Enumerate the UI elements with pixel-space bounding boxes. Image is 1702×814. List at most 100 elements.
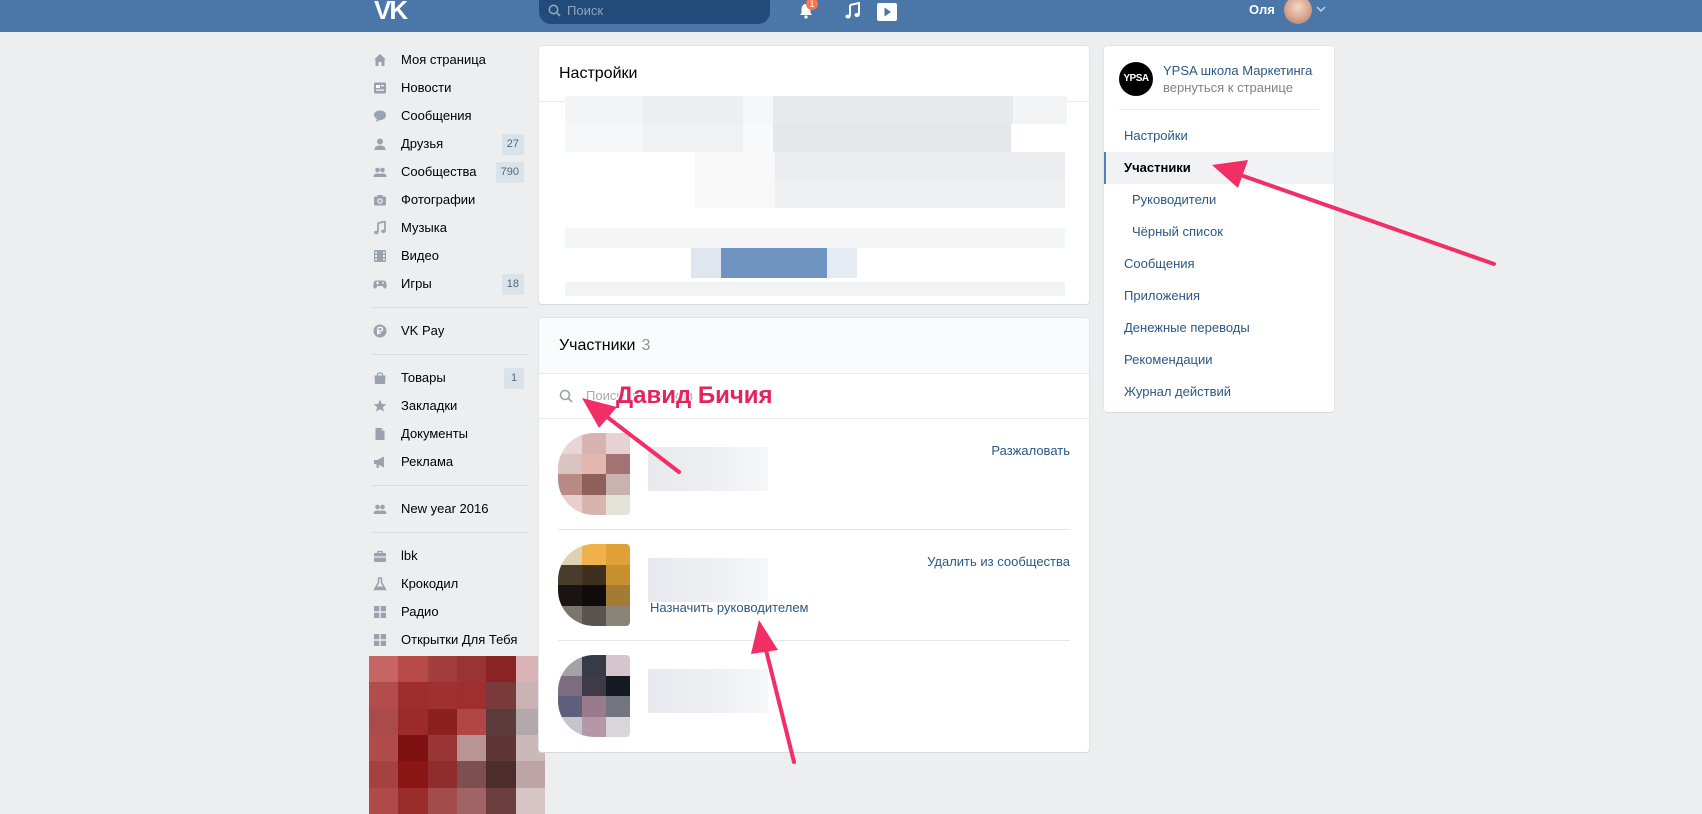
megaphone-icon bbox=[374, 456, 384, 468]
back-to-page-link[interactable]: вернуться к странице bbox=[1163, 80, 1293, 95]
top-bar: VK Поиск 1 Оля bbox=[0, 0, 1702, 32]
group-header[interactable]: YPSA YPSA школа Маркетинга вернуться к с… bbox=[1119, 46, 1319, 110]
video-icon bbox=[374, 250, 386, 262]
group-name[interactable]: YPSA школа Маркетинга bbox=[1163, 63, 1312, 78]
search-icon bbox=[548, 4, 561, 17]
left-menu-item[interactable]: Фотографии bbox=[370, 186, 530, 214]
pixel-cell bbox=[427, 735, 457, 762]
pixel-cell bbox=[606, 716, 630, 737]
right-menu-item[interactable]: Участники bbox=[1104, 152, 1334, 184]
member-row: Удалить из сообщества Назначить руководит… bbox=[558, 530, 1070, 641]
blurred-member-name[interactable] bbox=[648, 447, 768, 491]
blurred-member-name[interactable] bbox=[648, 558, 768, 602]
pixel-cell bbox=[606, 494, 630, 515]
music-icon[interactable] bbox=[844, 2, 862, 20]
pixel-cell bbox=[558, 453, 582, 474]
pixel-cell bbox=[582, 474, 606, 495]
blurred-image bbox=[369, 656, 545, 814]
left-menu-item[interactable]: Открытки Для Тебя bbox=[370, 626, 530, 654]
user-name[interactable]: Оля bbox=[1249, 2, 1275, 17]
right-menu-item[interactable]: Сообщения bbox=[1104, 248, 1334, 280]
member-avatar[interactable] bbox=[558, 544, 630, 626]
pixel-cell bbox=[369, 787, 399, 814]
pixel-cell bbox=[515, 761, 545, 788]
blur-pixel bbox=[565, 228, 1065, 248]
menu-separator bbox=[373, 532, 528, 533]
avatar[interactable] bbox=[1284, 0, 1312, 24]
left-menu-item[interactable]: Игры 18 bbox=[370, 270, 530, 298]
flask-icon bbox=[373, 577, 387, 591]
pixel-cell bbox=[398, 656, 428, 683]
blur-pixel bbox=[827, 248, 857, 278]
left-menu-label: Сообщения bbox=[401, 108, 472, 123]
left-menu-label: lbk bbox=[401, 548, 418, 563]
left-menu-item[interactable]: Видео bbox=[370, 242, 530, 270]
member-avatar[interactable] bbox=[558, 655, 630, 737]
notification-badge: 1 bbox=[806, 0, 818, 10]
members-header: Участники 3 bbox=[539, 318, 1089, 374]
left-menu-item[interactable]: Моя страница bbox=[370, 46, 530, 74]
pixel-cell bbox=[558, 655, 582, 676]
right-menu-item[interactable]: Рекомендации bbox=[1104, 344, 1334, 376]
left-menu-label: VK Pay bbox=[401, 323, 445, 338]
menu-separator bbox=[373, 354, 528, 355]
pixel-cell bbox=[457, 761, 487, 788]
pixel-cell bbox=[582, 494, 606, 515]
left-menu: Моя страница Новости Сообщения Друзья 27 Сооб… bbox=[370, 46, 530, 654]
right-menu-item[interactable]: Чёрный список bbox=[1104, 216, 1334, 248]
member-action-link[interactable]: Разжаловать bbox=[991, 443, 1070, 458]
left-menu-item[interactable]: Радио bbox=[370, 598, 530, 626]
right-menu-item[interactable]: Настройки bbox=[1104, 120, 1334, 152]
left-menu-item[interactable]: Реклама bbox=[370, 448, 530, 476]
pixel-cell bbox=[558, 544, 582, 565]
pixel-cell bbox=[457, 735, 487, 762]
assign-manager-link[interactable]: Назначить руководителем bbox=[650, 600, 809, 615]
right-menu-item[interactable]: Денежные переводы bbox=[1104, 312, 1334, 344]
annotation-label: Давид Бичия bbox=[616, 382, 773, 409]
left-menu-item[interactable]: VK Pay bbox=[370, 317, 530, 345]
pixel-cell bbox=[486, 787, 516, 814]
pixel-cell bbox=[558, 433, 582, 454]
member-action-link[interactable]: Удалить из сообщества bbox=[927, 554, 1070, 569]
pixel-cell bbox=[486, 682, 516, 709]
left-menu-item[interactable]: Закладки bbox=[370, 392, 530, 420]
left-menu-item[interactable]: Товары 1 bbox=[370, 364, 530, 392]
blur-pixel bbox=[721, 248, 827, 278]
video-player-icon[interactable] bbox=[876, 2, 898, 22]
pixel-cell bbox=[398, 761, 428, 788]
blur-pixel bbox=[775, 152, 1065, 180]
blur-pixel bbox=[773, 96, 1013, 124]
left-menu-label: Радио bbox=[401, 604, 439, 619]
pixel-cell bbox=[558, 675, 582, 696]
right-menu-item[interactable]: Приложения bbox=[1104, 280, 1334, 312]
left-menu-item[interactable]: lbk bbox=[370, 542, 530, 570]
left-menu-item[interactable]: Музыка bbox=[370, 214, 530, 242]
members-count: 3 bbox=[641, 337, 651, 354]
left-menu-label: Друзья bbox=[401, 136, 444, 151]
left-menu-item[interactable]: Сообщения bbox=[370, 102, 530, 130]
blur-pixel bbox=[565, 208, 1065, 228]
left-menu-item[interactable]: New year 2016 bbox=[370, 495, 530, 523]
left-menu-label: Реклама bbox=[401, 454, 454, 469]
left-menu-item[interactable]: Сообщества 790 bbox=[370, 158, 530, 186]
blur-pixel bbox=[565, 124, 643, 152]
blur-pixel bbox=[695, 152, 775, 208]
apps-icon bbox=[374, 634, 386, 646]
left-menu-item[interactable]: Крокодил bbox=[370, 570, 530, 598]
member-avatar[interactable] bbox=[558, 433, 630, 515]
pixel-cell bbox=[558, 564, 582, 585]
left-menu-item[interactable]: Друзья 27 bbox=[370, 130, 530, 158]
left-menu-item[interactable]: Новости bbox=[370, 74, 530, 102]
right-menu-item[interactable]: Руководители bbox=[1104, 184, 1334, 216]
blur-pixel bbox=[643, 96, 743, 124]
group-logo[interactable]: YPSA bbox=[1119, 62, 1153, 96]
pixel-cell bbox=[558, 585, 582, 606]
blur-pixel bbox=[743, 96, 773, 124]
chevron-down-icon[interactable] bbox=[1316, 6, 1326, 12]
pixel-cell bbox=[582, 605, 606, 626]
left-menu-item[interactable]: Документы bbox=[370, 420, 530, 448]
vk-logo[interactable]: VK bbox=[374, 0, 408, 23]
search-input[interactable]: Поиск bbox=[539, 0, 770, 24]
blurred-member-name[interactable] bbox=[648, 669, 768, 713]
right-menu-item[interactable]: Журнал действий bbox=[1104, 376, 1334, 408]
